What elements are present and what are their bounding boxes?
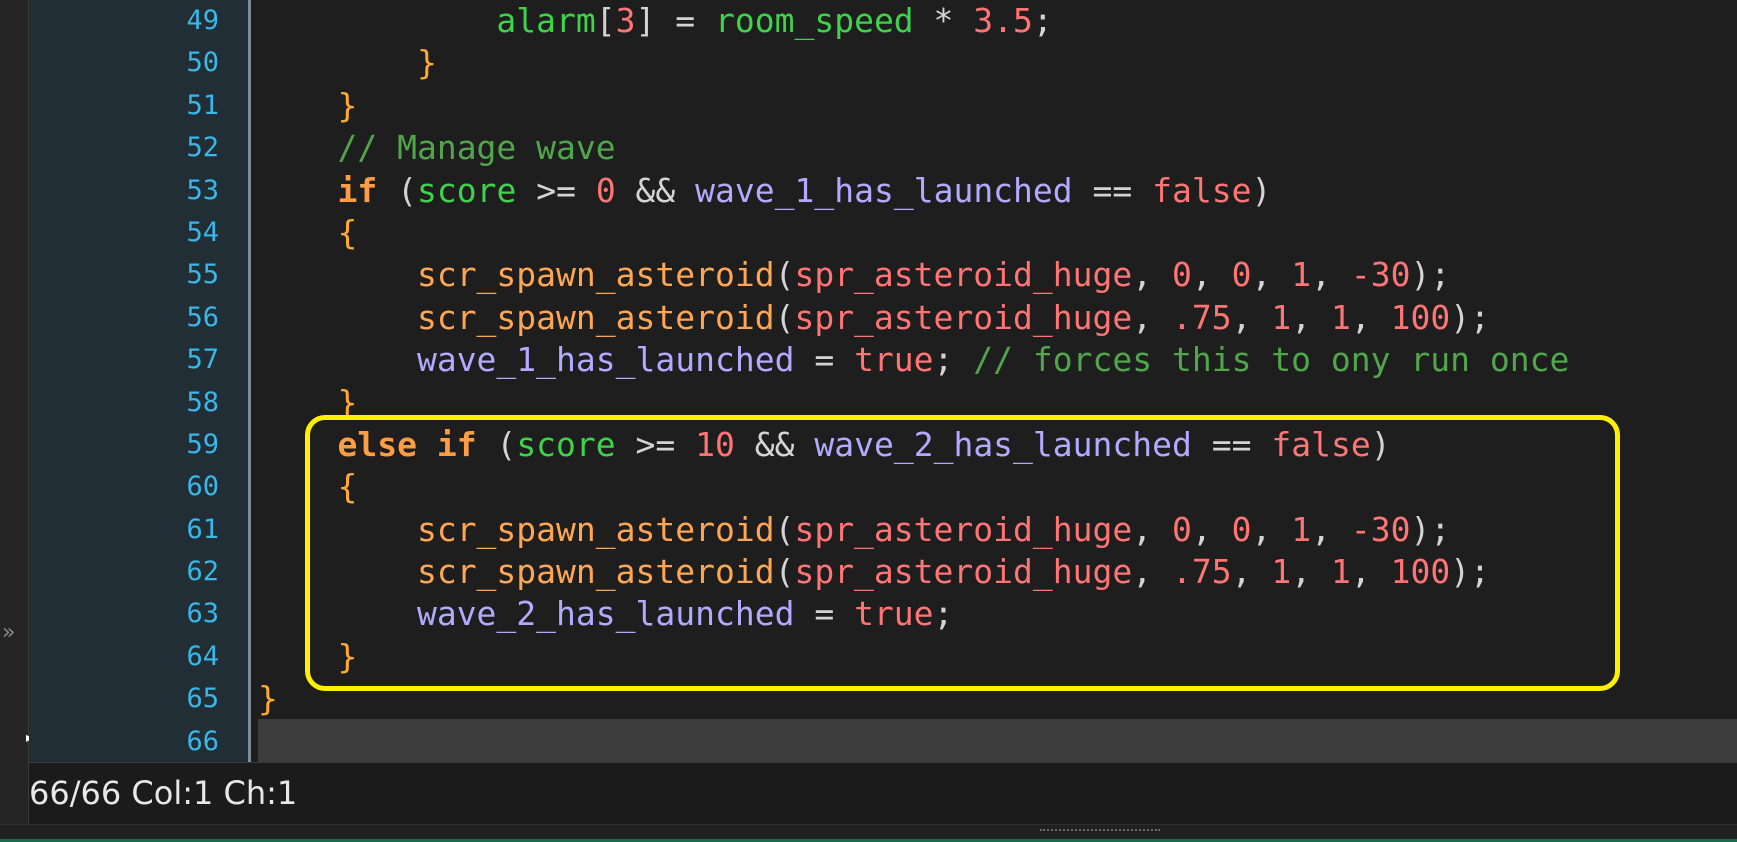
code-token: 3.5 <box>973 1 1033 40</box>
code-token: 0 <box>595 170 616 210</box>
code-token: true <box>854 340 934 380</box>
line-number: 61 <box>186 513 219 545</box>
line-number: 54 <box>186 216 219 248</box>
line-number: 53 <box>186 174 219 206</box>
code-token: , <box>1350 297 1391 337</box>
code-token: } <box>258 679 278 719</box>
status-bar: 66/66 Col:1 Ch:1 <box>29 762 1737 825</box>
code-token: , <box>1311 255 1351 295</box>
code-token: 0 <box>1231 255 1252 295</box>
line-number: 51 <box>186 89 219 121</box>
code-token: scr_spawn_asteroid <box>416 255 775 295</box>
code-token: , <box>1251 255 1292 295</box>
code-token: // Manage wave <box>337 128 616 168</box>
line-number: 59 <box>186 428 219 460</box>
code-token: ( <box>774 297 795 337</box>
code-line[interactable]: scr_spawn_asteroid(spr_asteroid_huge, 0,… <box>258 254 1737 296</box>
bottom-panel-splitter[interactable] <box>0 824 1737 842</box>
code-line[interactable]: // Manage wave <box>258 127 1737 169</box>
line-number: 64 <box>186 640 219 672</box>
code-line[interactable]: } <box>258 85 1737 127</box>
expand-panel-icon[interactable]: » <box>2 620 15 645</box>
code-token: // forces this to ony run once <box>973 340 1570 380</box>
code-token: 1 <box>1330 297 1351 337</box>
code-token: } <box>337 85 358 125</box>
code-token: 0 <box>1171 255 1192 295</box>
code-token: [ <box>595 1 616 40</box>
line-number: 60 <box>186 471 219 503</box>
code-token: , <box>1231 297 1272 337</box>
code-token: , <box>1132 297 1172 337</box>
code-token: ) <box>1251 170 1272 210</box>
line-number: 58 <box>186 386 219 418</box>
code-line[interactable]: if (score >= 0 && wave_1_has_launched ==… <box>258 170 1737 212</box>
code-token: 1 <box>1271 297 1292 337</box>
code-token: .75 <box>1171 297 1232 337</box>
code-token: false <box>1152 170 1252 210</box>
code-token: score <box>416 170 517 210</box>
line-number: 52 <box>186 132 219 164</box>
code-line[interactable]: { <box>258 212 1737 254</box>
line-number: 57 <box>186 344 219 376</box>
code-token: wave_1_has_launched <box>695 170 1073 210</box>
code-token: alarm <box>496 1 596 40</box>
line-number: 55 <box>186 259 219 291</box>
code-token: room_speed <box>715 1 914 40</box>
code-token: if <box>337 170 378 210</box>
line-numbers: 49 50 51 52 53 54 55 56 57 58 59 60 61 62 63 64 65 66 <box>29 0 219 763</box>
code-token: ; <box>933 340 974 380</box>
resize-grip-icon[interactable] <box>1040 829 1160 834</box>
code-token: >= <box>516 170 596 210</box>
code-token: } <box>416 43 437 83</box>
code-line[interactable] <box>258 721 1737 763</box>
cursor-position: 66/66 Col:1 Ch:1 <box>29 774 298 812</box>
left-panel-strip: » <box>0 0 29 842</box>
code-token: * <box>913 1 974 40</box>
line-number: 65 <box>186 683 219 715</box>
code-token: , <box>1132 255 1172 295</box>
code-token: 1 <box>1291 255 1312 295</box>
code-line[interactable]: } <box>258 42 1737 84</box>
code-token: , <box>1191 255 1232 295</box>
code-token: { <box>337 212 358 252</box>
annotation-highlight-box <box>305 415 1620 691</box>
code-token: ; <box>1032 1 1053 40</box>
code-token: ( <box>377 170 417 210</box>
code-token: , <box>1291 297 1331 337</box>
code-token: ( <box>774 255 795 295</box>
code-token: ); <box>1410 255 1451 295</box>
code-token: ] = <box>635 1 715 40</box>
code-token: && <box>615 170 696 210</box>
code-token: == <box>1072 170 1153 210</box>
line-number: 50 <box>186 47 219 79</box>
code-token: spr_asteroid_huge <box>794 255 1133 295</box>
code-token: wave_1_has_launched <box>416 340 795 380</box>
code-token: -30 <box>1350 255 1411 295</box>
line-number: 56 <box>186 301 219 333</box>
code-line[interactable]: wave_1_has_launched = true; // forces th… <box>258 339 1737 381</box>
line-number: 62 <box>186 556 219 588</box>
code-token: 3 <box>615 1 636 40</box>
code-token: spr_asteroid_huge <box>794 297 1133 337</box>
code-token: = <box>794 340 855 380</box>
code-token: ); <box>1450 297 1490 337</box>
code-token: 100 <box>1390 297 1451 337</box>
gutter-divider <box>248 0 251 762</box>
code-line[interactable]: alarm[3] = room_speed * 3.5; <box>258 0 1737 42</box>
line-number: 66 <box>186 725 219 757</box>
line-number: 63 <box>186 598 219 630</box>
code-line[interactable]: scr_spawn_asteroid(spr_asteroid_huge, .7… <box>258 297 1737 339</box>
code-token: scr_spawn_asteroid <box>416 297 775 337</box>
line-number: 49 <box>186 5 219 36</box>
